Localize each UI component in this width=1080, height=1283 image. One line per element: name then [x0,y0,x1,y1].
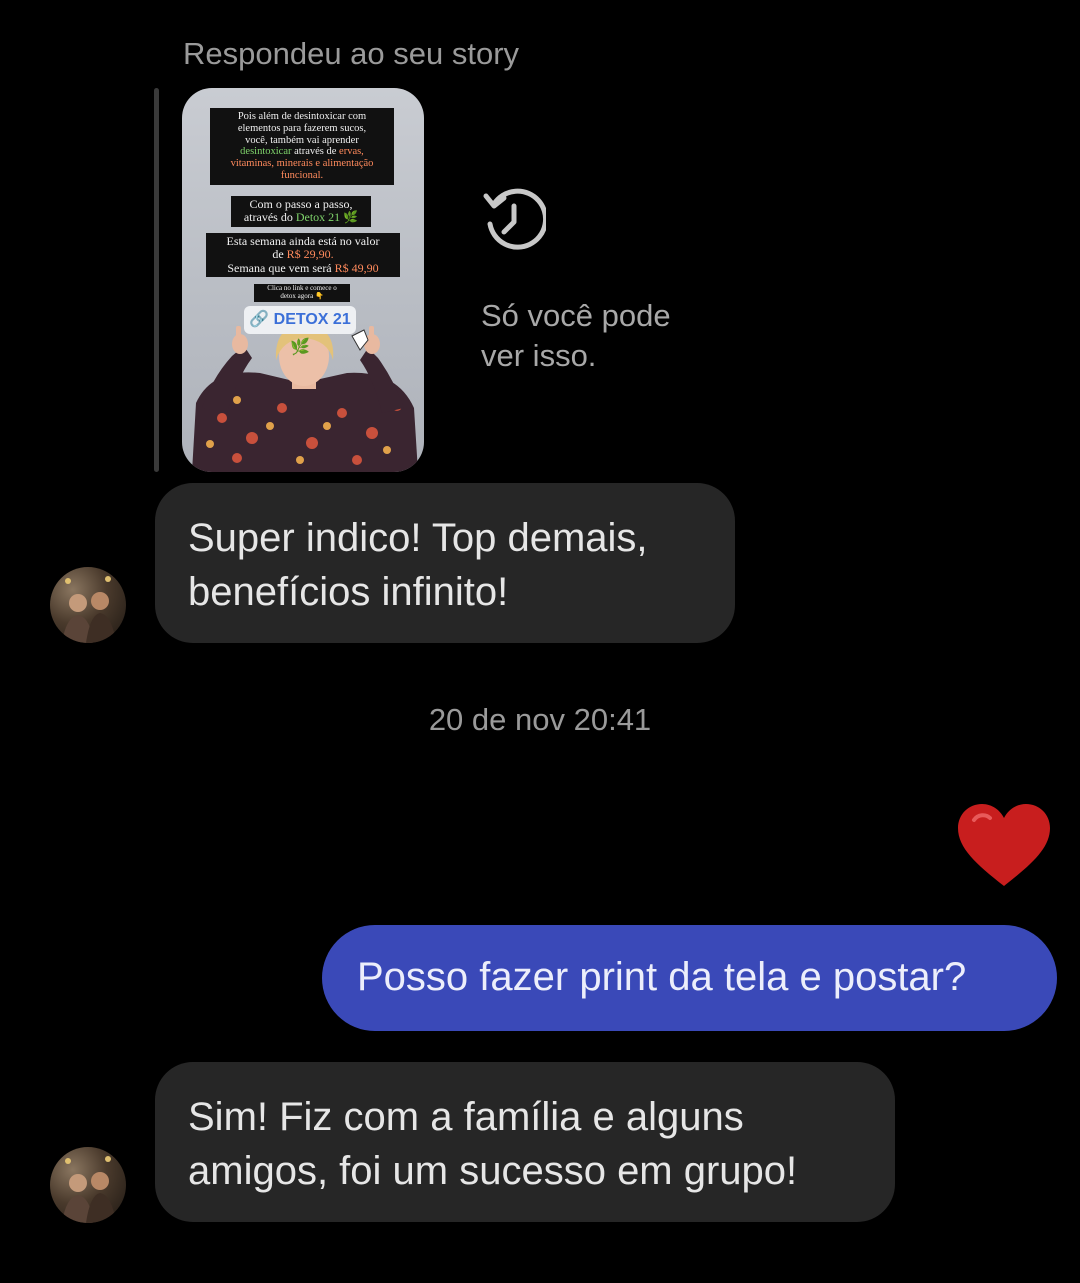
link-icon: 🔗 [249,311,270,328]
avatar-photo [62,1156,116,1223]
story-link-sticker[interactable]: 🔗 DETOX 21 🌿 [244,306,356,356]
message-bubble-incoming[interactable]: Super indico! Top demais, benefícios inf… [155,483,735,643]
visibility-notice: Só você pode ver isso. [481,298,671,373]
reply-indicator-bar [154,88,159,472]
heart-icon[interactable] [956,802,1052,890]
avatar-photo [62,576,116,643]
story-text-block-4: Clica no link e comece o detox agora 👇 [254,284,350,302]
story-reply-header: Respondeu ao seu story [183,36,520,71]
avatar[interactable] [50,1147,126,1223]
history-icon [483,188,546,250]
story-text-block-2: Com o passo a passo, através do Detox 21… [231,196,371,227]
avatar[interactable] [50,567,126,643]
message-bubble-incoming[interactable]: Sim! Fiz com a família e alguns amigos, … [155,1062,895,1222]
chat-screen: Respondeu ao seu story Pois além de desi… [0,0,1080,1283]
message-timestamp: 20 de nov 20:41 [428,702,652,737]
story-text-block-3: Esta semana ainda está no valor de R$ 29… [206,233,400,278]
story-text-block-1: Pois além de desintoxicar com elementos … [210,108,394,185]
story-thumbnail[interactable]: Pois além de desintoxicar com elementos … [182,88,424,472]
message-bubble-outgoing[interactable]: Posso fazer print da tela e postar? [322,925,1057,1031]
